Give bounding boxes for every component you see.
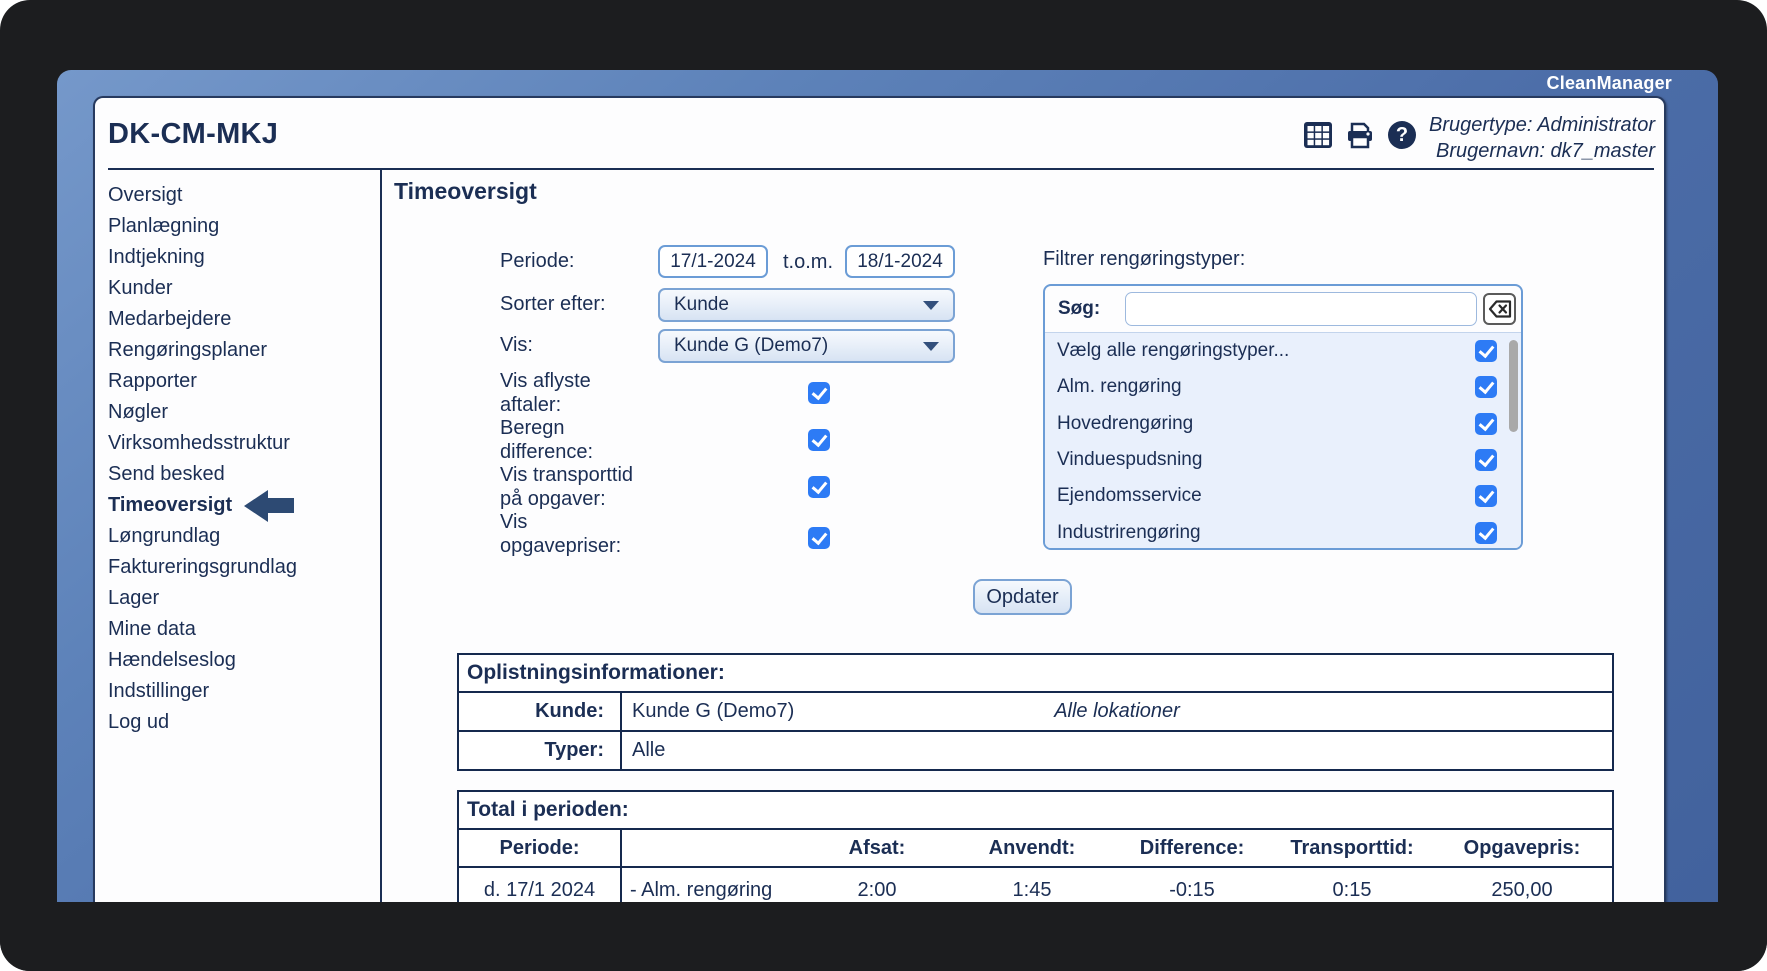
sidebar-item-faktureringsgrundlag[interactable]: Faktureringsgrundlag (108, 552, 376, 583)
sorter-efter-select[interactable]: Kunde (658, 288, 955, 322)
vis-select[interactable]: Kunde G (Demo7) (658, 329, 955, 363)
sidebar-item-indstillinger[interactable]: Indstillinger (108, 676, 376, 707)
kunde-label: Kunde: (459, 693, 622, 730)
select-all-checkbox[interactable] (1475, 340, 1497, 363)
sidebar-item-loengrundlag[interactable]: Løngrundlag (108, 521, 376, 552)
scrollbar-thumb[interactable] (1509, 340, 1518, 432)
sidebar-item-noegler[interactable]: Nøgler (108, 397, 376, 428)
sidebar-item-log-ud[interactable]: Log ud (108, 707, 376, 738)
screenshot-root: CleanManager DK-CM-MKJ ? Brugertype: Adm… (0, 0, 1767, 971)
totals-table-title: Total i perioden: (459, 792, 1612, 830)
list-item-vinduespudsning[interactable]: Vinduespudsning (1045, 442, 1521, 478)
brand-logo: CleanManager (1546, 73, 1672, 93)
filter-search-row: Søg: (1045, 286, 1521, 332)
periode-label: Periode: (500, 250, 575, 272)
user-info: Brugertype: Administrator Brugernavn: dk… (1429, 112, 1655, 164)
sidebar-item-send-besked[interactable]: Send besked (108, 459, 376, 490)
header-divider (108, 168, 1654, 170)
user-type: Brugertype: Administrator (1428, 114, 1655, 136)
totals-header-row: Periode: Afsat: Anvendt: Difference: Tra… (459, 830, 1612, 868)
list-item-alm-rengoering[interactable]: Alm. rengøring (1045, 369, 1521, 405)
col-anvendt: Anvendt: (988, 836, 1076, 859)
clear-search-button[interactable] (1483, 293, 1516, 325)
cleaning-type-list: Vælg alle rengøringstyper... Alm. rengør… (1045, 332, 1521, 548)
tom-label: t.o.m. (782, 251, 833, 273)
window-frame: CleanManager DK-CM-MKJ ? Brugertype: Adm… (0, 0, 1767, 971)
col-afsat: Afsat: (848, 836, 906, 859)
info-table-title: Oplistningsinformationer: (459, 655, 1612, 693)
periode-to-input[interactable] (845, 245, 955, 278)
sidebar-item-rengoeringsplaner[interactable]: Rengøringsplaner (108, 335, 376, 366)
sidebar-item-haendelseslog[interactable]: Hændelseslog (108, 645, 376, 676)
info-table: Oplistningsinformationer: Kunde: Kunde G… (457, 653, 1614, 771)
sidebar-item-indtjekning[interactable]: Indtjekning (108, 242, 376, 273)
vis-aflyste-aftaler-label: Vis aflyste aftaler: (500, 370, 591, 416)
col-difference: Difference: (1139, 836, 1245, 859)
ejendomsservice-checkbox[interactable] (1475, 485, 1497, 508)
periode-from-input[interactable] (658, 245, 768, 278)
user-name: Brugernavn: dk7_master (1435, 140, 1655, 162)
beregn-difference-label: Beregn difference: (500, 417, 594, 463)
sidebar-item-rapporter[interactable]: Rapporter (108, 366, 376, 397)
col-transporttid: Transporttid: (1290, 836, 1414, 859)
print-icon[interactable] (1345, 120, 1375, 150)
sorter-efter-label: Sorter efter: (500, 293, 606, 315)
kunde-value: Kunde G (Demo7) (632, 700, 795, 722)
industrirengoering-checkbox[interactable] (1475, 521, 1497, 544)
help-icon[interactable]: ? (1387, 120, 1417, 150)
vis-aflyste-aftaler-checkbox[interactable] (808, 382, 830, 404)
list-item-select-all[interactable]: Vælg alle rengøringstyper... (1045, 333, 1521, 369)
vis-label: Vis: (500, 334, 533, 356)
frame-bottom-edge (0, 902, 1767, 971)
list-item-industrirengoering[interactable]: Industrirengøring (1045, 515, 1521, 548)
chevron-down-icon (923, 341, 939, 351)
filter-heading: Filtrer rengøringstyper: (1043, 248, 1246, 270)
sidebar-item-kunder[interactable]: Kunder (108, 273, 376, 304)
list-item-hovedrengoering[interactable]: Hovedrengøring (1045, 406, 1521, 442)
alm-rengoering-checkbox[interactable] (1475, 376, 1497, 399)
active-item-arrow-icon (244, 489, 295, 522)
totals-table: Total i perioden: Periode: Afsat: Anvend… (457, 790, 1614, 914)
sidebar-item-mine-data[interactable]: Mine data (108, 614, 376, 645)
chevron-down-icon (923, 300, 939, 310)
table-row: Typer: Alle (459, 732, 1612, 769)
vis-opgavepriser-checkbox[interactable] (808, 527, 830, 549)
vis-transporttid-checkbox[interactable] (808, 476, 830, 498)
backspace-icon (1488, 300, 1511, 318)
page-title: DK-CM-MKJ (108, 118, 279, 150)
typer-label: Typer: (459, 732, 622, 769)
lokationer-note: Alle lokationer (1054, 700, 1180, 722)
sidebar-item-medarbejdere[interactable]: Medarbejdere (108, 304, 376, 335)
col-type (622, 830, 802, 866)
list-item-ejendomsservice[interactable]: Ejendomsservice (1045, 478, 1521, 514)
content-heading: Timeoversigt (394, 178, 537, 204)
table-grid-icon[interactable] (1303, 120, 1333, 150)
opdater-button[interactable]: Opdater (973, 579, 1072, 615)
filter-panel: Søg: Vælg alle rengøringstyper... Alm. r… (1043, 284, 1523, 550)
hovedrengoering-checkbox[interactable] (1475, 412, 1497, 435)
col-periode: Periode: (459, 830, 622, 866)
sidebar-item-lager[interactable]: Lager (108, 583, 376, 614)
vinduespudsning-checkbox[interactable] (1475, 449, 1497, 472)
sidebar-divider (380, 170, 382, 902)
vis-opgavepriser-label: Vis opgavepriser: (500, 511, 622, 557)
typer-value: Alle (632, 739, 666, 761)
search-input[interactable] (1125, 292, 1477, 326)
col-opgavepris: Opgavepris: (1463, 836, 1581, 859)
search-label: Søg: (1058, 298, 1101, 319)
sidebar-item-oversigt[interactable]: Oversigt (108, 180, 376, 211)
sidebar-nav: Oversigt Planlægning Indtjekning Kunder … (108, 180, 376, 738)
sidebar-item-timeoversigt[interactable]: Timeoversigt (108, 489, 376, 522)
table-row: Kunde: Kunde G (Demo7) Alle lokationer (459, 693, 1612, 732)
header-toolbar: ? (1303, 120, 1417, 150)
sidebar-item-planlaegning[interactable]: Planlægning (108, 211, 376, 242)
beregn-difference-checkbox[interactable] (808, 429, 830, 451)
sidebar-item-virksomhedsstruktur[interactable]: Virksomhedsstruktur (108, 428, 376, 459)
vis-transporttid-label: Vis transporttid på opgaver: (500, 464, 634, 510)
